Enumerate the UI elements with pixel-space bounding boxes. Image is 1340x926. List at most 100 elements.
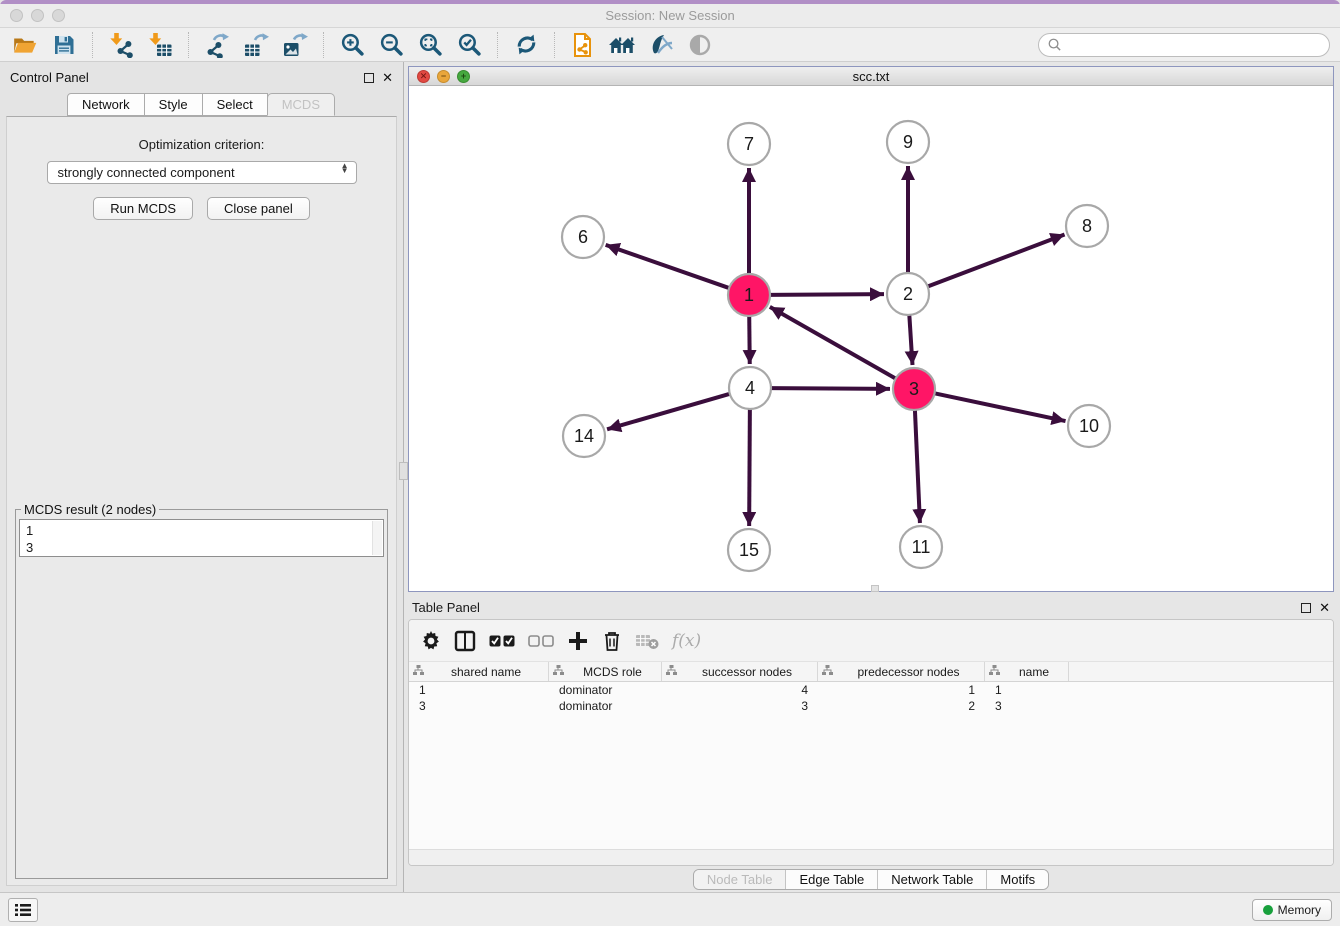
column-layout-icon[interactable] — [454, 628, 476, 654]
tab-node-table[interactable]: Node Table — [694, 870, 786, 889]
splitter-handle[interactable] — [399, 462, 408, 480]
chevron-updown-icon: ▲▼ — [341, 164, 349, 173]
import-network-icon[interactable] — [106, 31, 136, 59]
toolbar-separator — [323, 32, 324, 58]
add-column-icon[interactable] — [567, 628, 589, 654]
edge-3-1[interactable] — [770, 307, 896, 379]
open-file-icon[interactable] — [10, 31, 40, 59]
clone-network-icon[interactable] — [568, 31, 598, 59]
edge-4-15[interactable] — [749, 409, 750, 526]
close-panel-button[interactable]: Close panel — [207, 197, 310, 220]
edge-2-8[interactable] — [928, 235, 1065, 287]
main-toolbar — [0, 28, 1340, 62]
network-canvas[interactable]: 7968124314101511 — [409, 86, 1333, 591]
table-row[interactable]: 1dominator411 — [409, 682, 1333, 698]
table-header-row[interactable]: shared nameMCDS rolesuccessor nodesprede… — [409, 662, 1333, 682]
show-hide-details-icon[interactable] — [685, 31, 715, 59]
tab-motifs[interactable]: Motifs — [986, 870, 1048, 889]
edge-1-6[interactable] — [606, 245, 730, 288]
toolbar-separator — [92, 32, 93, 58]
table-row[interactable]: 3dominator323 — [409, 698, 1333, 714]
memory-status-icon — [1263, 905, 1273, 915]
memory-button[interactable]: Memory — [1252, 899, 1332, 921]
tab-network[interactable]: Network — [67, 93, 145, 116]
select-all-icon[interactable] — [489, 628, 515, 654]
column-header-shared-name[interactable]: shared name — [409, 662, 549, 681]
edge-1-2[interactable] — [770, 294, 884, 295]
result-line: 1 — [20, 520, 383, 539]
table-cell[interactable]: 4 — [662, 682, 818, 698]
titlebar: Session: New Session — [0, 0, 1340, 28]
optimization-criterion-dropdown[interactable]: strongly connected component ▲▼ — [47, 161, 357, 184]
tab-mcds[interactable]: MCDS — [267, 93, 335, 116]
table-cell[interactable]: dominator — [549, 698, 662, 714]
column-header-MCDS-role[interactable]: MCDS role — [549, 662, 662, 681]
zoom-selected-icon[interactable] — [454, 31, 484, 59]
network-window-titlebar[interactable]: ✕ − + scc.txt — [409, 67, 1333, 86]
deselect-all-icon[interactable] — [528, 628, 554, 654]
node-label-11: 11 — [912, 537, 931, 557]
node-label-8: 8 — [1082, 216, 1092, 236]
edge-4-14[interactable] — [607, 394, 730, 430]
toolbar-separator — [497, 32, 498, 58]
network-graph[interactable]: 7968124314101511 — [409, 86, 1331, 588]
edge-3-10[interactable] — [935, 393, 1066, 421]
table-cell[interactable]: dominator — [549, 682, 662, 698]
table-cell[interactable]: 2 — [818, 698, 985, 714]
edge-4-3[interactable] — [771, 388, 890, 389]
column-header-name[interactable]: name — [985, 662, 1069, 681]
table-cell[interactable]: 3 — [985, 698, 1069, 714]
mcds-tab-content: Optimization criterion: strongly connect… — [6, 116, 397, 886]
canvas-resize-handle[interactable] — [871, 585, 879, 592]
gear-icon[interactable] — [421, 628, 441, 654]
column-header-predecessor-nodes[interactable]: predecessor nodes — [818, 662, 985, 681]
delete-column-icon[interactable] — [602, 628, 622, 654]
first-neighbors-icon[interactable] — [607, 31, 637, 59]
status-bar: Memory — [0, 892, 1340, 926]
close-table-panel-icon[interactable]: ✕ — [1319, 603, 1330, 613]
memory-label: Memory — [1278, 903, 1321, 917]
import-table-icon[interactable] — [145, 31, 175, 59]
column-flow-icon — [666, 665, 677, 679]
tab-style[interactable]: Style — [144, 93, 203, 116]
search-box[interactable] — [1038, 33, 1330, 57]
node-label-2: 2 — [903, 284, 913, 304]
result-line: 3 — [20, 539, 383, 556]
edge-3-11[interactable] — [915, 410, 920, 523]
export-network-icon[interactable] — [202, 31, 232, 59]
edge-1-4[interactable] — [749, 316, 750, 364]
zoom-in-icon[interactable] — [337, 31, 367, 59]
node-label-15: 15 — [739, 540, 759, 560]
run-mcds-button[interactable]: Run MCDS — [93, 197, 193, 220]
paint-visibility-icon[interactable] — [646, 31, 676, 59]
table-cell[interactable]: 3 — [409, 698, 549, 714]
tab-select[interactable]: Select — [202, 93, 268, 116]
float-panel-icon[interactable] — [364, 73, 374, 83]
refresh-layout-icon[interactable] — [511, 31, 541, 59]
window-title: Session: New Session — [0, 8, 1340, 23]
export-table-icon[interactable] — [241, 31, 271, 59]
zoom-out-icon[interactable] — [376, 31, 406, 59]
table-cell[interactable]: 1 — [818, 682, 985, 698]
tab-network-table[interactable]: Network Table — [877, 870, 986, 889]
table-toolbar: f(x) — [409, 620, 1333, 662]
table-panel-title: Table Panel — [412, 600, 1301, 615]
column-header-successor-nodes[interactable]: successor nodes — [662, 662, 818, 681]
table-cell[interactable]: 1 — [985, 682, 1069, 698]
mcds-result-textarea[interactable]: 13 — [19, 519, 384, 557]
zoom-fit-icon[interactable] — [415, 31, 445, 59]
control-panel-title: Control Panel — [10, 70, 364, 85]
tab-edge-table[interactable]: Edge Table — [785, 870, 877, 889]
search-input[interactable] — [1066, 37, 1321, 52]
result-scrollbar[interactable] — [372, 521, 382, 555]
export-image-icon[interactable] — [280, 31, 310, 59]
float-table-panel-icon[interactable] — [1301, 603, 1311, 613]
edge-2-3[interactable] — [909, 315, 912, 365]
close-panel-icon[interactable]: ✕ — [382, 73, 393, 83]
save-session-icon[interactable] — [49, 31, 79, 59]
table-scroll-strip[interactable] — [409, 849, 1333, 865]
table-cell[interactable]: 1 — [409, 682, 549, 698]
delete-table-icon — [635, 628, 659, 654]
task-history-button[interactable] — [8, 898, 38, 922]
table-cell[interactable]: 3 — [662, 698, 818, 714]
